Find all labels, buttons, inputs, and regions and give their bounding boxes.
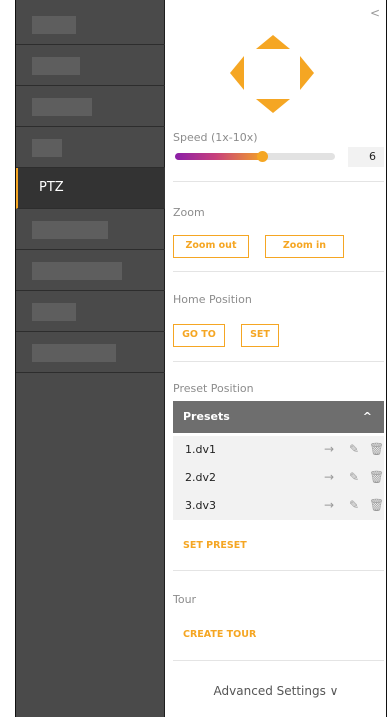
divider (173, 361, 384, 362)
goto-arrow-icon[interactable]: → (324, 442, 334, 456)
redacted-label (32, 57, 80, 75)
speed-slider-fill (175, 153, 265, 160)
ptz-panel: < Speed (1x-10x) 6 Zoom Zoom out Zoom in… (166, 0, 386, 717)
sidebar-item-2[interactable] (16, 45, 165, 86)
zoom-in-button[interactable]: Zoom in (265, 235, 344, 258)
preset-position-label: Preset Position (173, 382, 254, 395)
pan-up-icon[interactable] (256, 35, 290, 49)
set-preset-link[interactable]: SET PRESET (183, 540, 247, 551)
redacted-label (32, 221, 108, 239)
divider (173, 271, 384, 272)
edit-pencil-icon[interactable]: ✎ (349, 442, 359, 456)
sidebar-item-1[interactable] (16, 4, 165, 45)
speed-slider-thumb[interactable] (257, 151, 268, 162)
create-tour-link[interactable]: CREATE TOUR (183, 629, 256, 640)
set-home-button[interactable]: SET (241, 324, 279, 347)
speed-label: Speed (1x-10x) (173, 131, 258, 144)
zoom-out-button[interactable]: Zoom out (173, 235, 249, 258)
divider (173, 660, 384, 661)
preset-row[interactable]: 1.dv1 → ✎ 🗑 (173, 436, 384, 464)
redacted-label (32, 303, 76, 321)
divider (173, 181, 384, 182)
preset-row[interactable]: 2.dv2 → ✎ 🗑 (173, 464, 384, 492)
chevron-up-icon[interactable]: ^ (363, 401, 372, 433)
preset-name: 2.dv2 (185, 471, 216, 484)
advanced-settings-toggle[interactable]: Advanced Settings ∨ (166, 684, 386, 698)
home-position-label: Home Position (173, 293, 252, 306)
preset-name: 1.dv1 (185, 443, 216, 456)
preset-row[interactable]: 3.dv3 → ✎ 🗑 (173, 492, 384, 520)
pan-left-icon[interactable] (230, 56, 244, 90)
sidebar-item-6[interactable] (16, 209, 165, 250)
tour-label: Tour (173, 593, 197, 606)
go-to-button[interactable]: GO TO (173, 324, 225, 347)
goto-arrow-icon[interactable]: → (324, 470, 334, 484)
redacted-label (32, 262, 122, 280)
redacted-label (32, 344, 116, 362)
divider (173, 570, 384, 571)
sidebar-item-3[interactable] (16, 86, 165, 127)
speed-slider[interactable] (175, 153, 335, 160)
zoom-label: Zoom (173, 206, 205, 219)
sidebar-item-8[interactable] (16, 291, 165, 332)
redacted-label (32, 16, 76, 34)
trash-icon[interactable]: 🗑 (369, 442, 384, 456)
presets-header[interactable]: Presets ^ (173, 401, 384, 433)
edit-pencil-icon[interactable]: ✎ (349, 498, 359, 512)
trash-icon[interactable]: 🗑 (369, 498, 384, 512)
sidebar-item-9[interactable] (16, 332, 165, 373)
edit-pencil-icon[interactable]: ✎ (349, 470, 359, 484)
redacted-label (32, 139, 62, 157)
goto-arrow-icon[interactable]: → (324, 498, 334, 512)
sidebar-item-7[interactable] (16, 250, 165, 291)
redacted-label (32, 98, 92, 116)
preset-name: 3.dv3 (185, 499, 216, 512)
collapse-icon[interactable]: < (370, 6, 380, 20)
sidebar-item-label: PTZ (39, 180, 64, 195)
presets-title: Presets (183, 410, 230, 423)
pan-down-icon[interactable] (256, 99, 290, 113)
trash-icon[interactable]: 🗑 (369, 470, 384, 484)
sidebar: PTZ (16, 0, 165, 717)
sidebar-item-ptz[interactable]: PTZ (16, 168, 165, 209)
pan-right-icon[interactable] (300, 56, 314, 90)
sidebar-item-4[interactable] (16, 127, 165, 168)
speed-value: 6 (348, 147, 384, 167)
